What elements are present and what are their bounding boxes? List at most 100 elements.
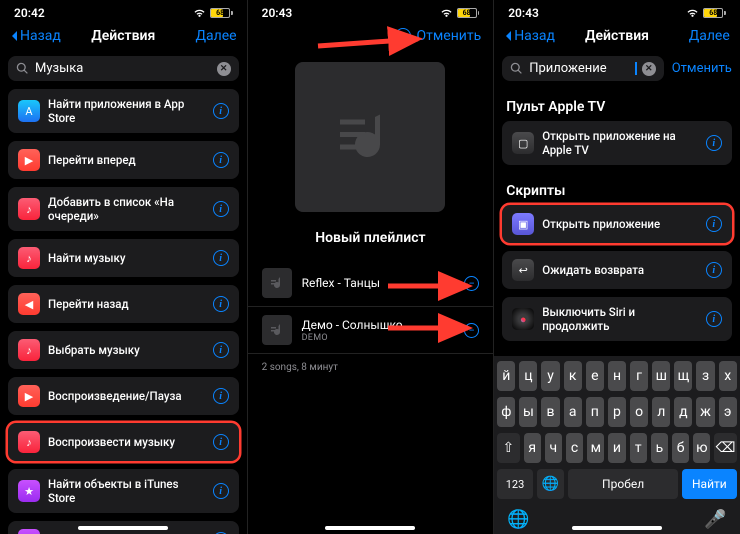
chevron-left-icon bbox=[10, 30, 18, 42]
key-х[interactable]: х bbox=[719, 361, 737, 391]
clear-icon[interactable]: ✕ bbox=[642, 62, 656, 76]
info-icon[interactable]: i bbox=[706, 216, 722, 232]
key-backspace[interactable]: ⌫ bbox=[714, 433, 736, 463]
key-л[interactable]: л bbox=[652, 397, 670, 427]
info-icon[interactable]: i bbox=[213, 250, 229, 266]
key-ф[interactable]: ф bbox=[497, 397, 515, 427]
search-input[interactable]: Приложение ✕ bbox=[502, 56, 664, 81]
list-item[interactable]: ● Выключить Siri и продолжить i bbox=[502, 297, 732, 341]
next-button[interactable]: Далее bbox=[179, 28, 237, 44]
row-icon: ★ bbox=[18, 480, 40, 502]
list-item[interactable]: ♪Выбрать музыкуi bbox=[8, 331, 239, 369]
key-н[interactable]: н bbox=[608, 361, 626, 391]
info-icon[interactable]: i bbox=[706, 135, 722, 151]
home-indicator[interactable] bbox=[78, 526, 168, 530]
list-item[interactable]: ◀Перейти назадi bbox=[8, 285, 239, 323]
info-icon[interactable]: i bbox=[213, 483, 229, 499]
list-item[interactable]: ★Найти объекты в iTunes Storei bbox=[8, 469, 239, 513]
key-numbers[interactable]: 123 bbox=[497, 469, 533, 499]
next-button[interactable]: Далее bbox=[672, 28, 730, 44]
list-item-label: Найти приложения в App Store bbox=[48, 97, 205, 125]
list-item[interactable]: ♪Найти музыкуi bbox=[8, 239, 239, 277]
emoji-icon[interactable]: 🌐 bbox=[507, 509, 529, 530]
cancel-button[interactable]: + Отменить bbox=[248, 22, 494, 50]
key-ы[interactable]: ы bbox=[519, 397, 537, 427]
info-icon[interactable]: i bbox=[213, 201, 229, 217]
row-icon: ▶ bbox=[18, 385, 40, 407]
search-input[interactable]: Музыка ✕ bbox=[8, 56, 239, 81]
key-shift[interactable]: ⇧ bbox=[497, 433, 519, 463]
remove-icon[interactable]: − bbox=[464, 276, 479, 291]
key-search[interactable]: Найти bbox=[682, 469, 737, 499]
info-icon[interactable]: i bbox=[706, 311, 722, 327]
playlist-icon bbox=[330, 97, 410, 177]
song-row[interactable]: Reflex - Танцы− bbox=[248, 260, 494, 307]
info-icon[interactable]: i bbox=[213, 388, 229, 404]
key-щ[interactable]: щ bbox=[674, 361, 692, 391]
key-ш[interactable]: ш bbox=[652, 361, 670, 391]
list-item[interactable]: ▶Перейти впередi bbox=[8, 141, 239, 179]
home-indicator[interactable] bbox=[325, 526, 415, 530]
back-button[interactable]: Назад bbox=[504, 28, 562, 44]
list-item[interactable]: ↩ Ожидать возврата i bbox=[502, 251, 732, 289]
key-я[interactable]: я bbox=[524, 433, 541, 463]
key-г[interactable]: г bbox=[630, 361, 648, 391]
row-icon: ◀ bbox=[18, 293, 40, 315]
status-bar: 20:43 68 bbox=[494, 0, 740, 22]
key-б[interactable]: б bbox=[672, 433, 689, 463]
back-button[interactable]: Назад bbox=[10, 28, 68, 44]
battery-icon: 68 bbox=[703, 8, 726, 18]
key-р[interactable]: р bbox=[608, 397, 626, 427]
key-о[interactable]: о bbox=[630, 397, 648, 427]
remove-icon[interactable]: − bbox=[464, 323, 479, 338]
mic-icon[interactable]: 🎤 bbox=[704, 509, 726, 530]
info-icon[interactable]: i bbox=[213, 342, 229, 358]
wifi-icon bbox=[686, 9, 699, 18]
key-э[interactable]: э bbox=[719, 397, 737, 427]
song-row[interactable]: Демо - СолнышкоDEMO− bbox=[248, 307, 494, 354]
info-icon[interactable]: i bbox=[213, 296, 229, 312]
row-icon: ♪ bbox=[18, 339, 40, 361]
search-value: Приложение bbox=[529, 61, 636, 76]
key-к[interactable]: к bbox=[564, 361, 582, 391]
info-icon[interactable]: i bbox=[213, 152, 229, 168]
list-item[interactable]: ▣ Открыть приложение i bbox=[502, 205, 732, 243]
clock: 20:43 bbox=[508, 6, 539, 20]
key-с[interactable]: с bbox=[566, 433, 583, 463]
list-item[interactable]: ▶Воспроизведение/Паузаi bbox=[8, 377, 239, 415]
key-ю[interactable]: ю bbox=[693, 433, 710, 463]
clear-icon[interactable]: ✕ bbox=[217, 62, 231, 76]
list-item[interactable]: ▢ Открыть приложение на Apple TV i bbox=[502, 121, 732, 165]
info-icon[interactable]: i bbox=[213, 103, 229, 119]
key-ь[interactable]: ь bbox=[651, 433, 668, 463]
key-у[interactable]: у bbox=[541, 361, 559, 391]
home-indicator[interactable] bbox=[572, 526, 662, 530]
row-icon: ♪ bbox=[18, 198, 40, 220]
key-п[interactable]: п bbox=[586, 397, 604, 427]
key-space[interactable]: Пробел bbox=[568, 469, 678, 499]
battery-icon: 68 bbox=[210, 8, 233, 18]
key-ц[interactable]: ц bbox=[519, 361, 537, 391]
search-cancel-button[interactable]: Отменить bbox=[672, 61, 732, 76]
key-д[interactable]: д bbox=[674, 397, 692, 427]
playlist-artwork[interactable] bbox=[295, 62, 445, 212]
list-item[interactable]: ♪Добавить в список «На очереди»i bbox=[8, 187, 239, 231]
key-и[interactable]: и bbox=[608, 433, 625, 463]
key-е[interactable]: е bbox=[586, 361, 604, 391]
key-globe[interactable]: 🌐 bbox=[537, 469, 564, 499]
info-icon[interactable]: i bbox=[213, 434, 229, 450]
section-header: Скрипты bbox=[502, 173, 732, 205]
key-з[interactable]: з bbox=[696, 361, 714, 391]
key-й[interactable]: й bbox=[497, 361, 515, 391]
key-т[interactable]: т bbox=[630, 433, 647, 463]
clock: 20:43 bbox=[262, 6, 293, 20]
info-icon[interactable]: i bbox=[706, 262, 722, 278]
key-ч[interactable]: ч bbox=[545, 433, 562, 463]
status-bar: 20:42 68 bbox=[0, 0, 247, 22]
list-item[interactable]: ♪Воспроизвести музыкуi bbox=[8, 423, 239, 461]
list-item[interactable]: AНайти приложения в App Storei bbox=[8, 89, 239, 133]
key-а[interactable]: а bbox=[564, 397, 582, 427]
key-ж[interactable]: ж bbox=[696, 397, 714, 427]
key-в[interactable]: в bbox=[541, 397, 559, 427]
key-м[interactable]: м bbox=[587, 433, 604, 463]
